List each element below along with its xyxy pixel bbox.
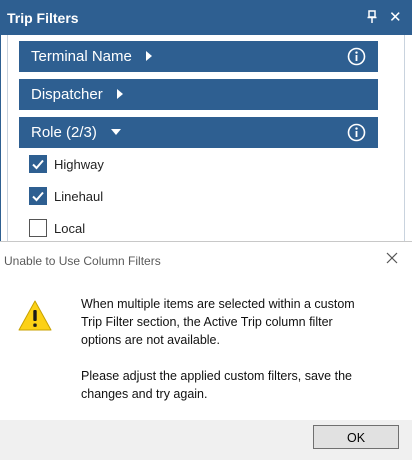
close-icon[interactable] <box>384 250 400 266</box>
section-label: Role (2/3) <box>31 124 97 141</box>
message-line: When multiple items are selected within … <box>81 297 355 311</box>
message-line: changes and try again. <box>81 387 208 401</box>
message-line: Please adjust the applied custom filters… <box>81 369 352 383</box>
info-icon[interactable] <box>347 123 366 142</box>
section-role[interactable]: Role (2/3) <box>19 117 378 148</box>
warning-icon <box>18 300 52 331</box>
dialog-title: Unable to Use Column Filters <box>4 254 161 268</box>
role-option-label: Linehaul <box>54 189 104 204</box>
section-label: Dispatcher <box>31 86 103 103</box>
checkbox-checked-icon[interactable] <box>29 187 47 205</box>
section-label: Terminal Name <box>31 48 132 65</box>
message-line: options are not available. <box>81 333 220 347</box>
error-dialog: Unable to Use Column Filters When multip… <box>0 241 412 460</box>
ok-button[interactable]: OK <box>313 425 399 449</box>
panel-title: Trip Filters <box>7 10 79 26</box>
collapse-arrow-icon <box>110 128 121 135</box>
expand-arrow-icon <box>116 88 123 99</box>
message-line: Trip Filter section, the Active Trip col… <box>81 315 333 329</box>
expand-arrow-icon <box>145 50 152 61</box>
role-option-label: Local <box>54 221 86 236</box>
panel-header: Trip Filters ✕ <box>1 0 412 35</box>
role-option-label: Highway <box>54 157 104 172</box>
checkbox-unchecked-icon[interactable] <box>29 219 47 237</box>
pin-icon[interactable] <box>365 10 379 24</box>
dialog-message: When multiple items are selected within … <box>81 295 355 349</box>
section-dispatcher[interactable]: Dispatcher <box>19 79 378 110</box>
checkbox-checked-icon[interactable] <box>29 155 47 173</box>
dialog-message: Please adjust the applied custom filters… <box>81 367 352 403</box>
trip-filters-panel: Trip Filters ✕ Terminal Name Dispatcher … <box>0 0 412 246</box>
dialog-footer: OK <box>0 420 412 460</box>
section-terminal-name[interactable]: Terminal Name <box>19 41 378 72</box>
info-icon[interactable] <box>347 47 366 66</box>
close-icon[interactable]: ✕ <box>389 8 402 26</box>
